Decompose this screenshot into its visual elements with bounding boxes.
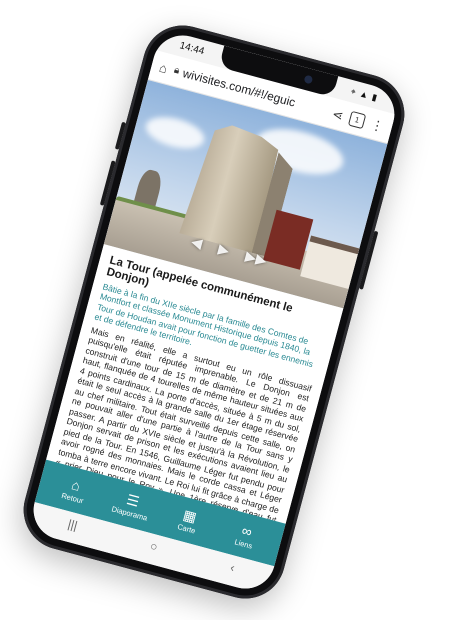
phone-frame: 14:44 ⌖ ▲ ▮ ⌂ 🔒︎ wivisites.com/#!/eguic …	[14, 16, 414, 608]
more-menu-icon[interactable]: ⋮	[369, 116, 385, 134]
status-icons: ⌖ ▲ ▮	[350, 86, 379, 104]
home-circle-icon[interactable]: ○	[149, 539, 160, 554]
tab-diaporama[interactable]: ☰ Diaporama	[105, 487, 158, 524]
signal-icon: ▲	[358, 87, 370, 100]
phone-screen: 14:44 ⌖ ▲ ▮ ⌂ 🔒︎ wivisites.com/#!/eguic …	[26, 28, 402, 596]
home-icon: ⌂	[69, 475, 83, 494]
power-button	[358, 230, 379, 290]
status-time: 14:44	[178, 39, 206, 57]
link-icon: ∞	[240, 521, 254, 540]
share-icon[interactable]: ⋖	[331, 106, 345, 123]
cloud	[142, 111, 208, 155]
location-icon: ⌖	[349, 85, 358, 97]
camera-icon	[303, 74, 314, 85]
tab-retour[interactable]: ⌂ Retour	[48, 472, 101, 509]
tab-liens[interactable]: ∞ Liens	[219, 518, 272, 555]
volume-down-button	[99, 160, 116, 206]
lock-icon: 🔒︎	[172, 64, 181, 77]
map-icon: ▦	[181, 505, 199, 525]
tab-label: Retour	[60, 490, 85, 505]
back-icon[interactable]: ‹	[229, 560, 236, 575]
list-icon: ☰	[124, 490, 142, 510]
tab-carte[interactable]: ▦ Carte	[162, 502, 215, 539]
home-icon[interactable]: ⌂	[158, 59, 169, 76]
tab-label: Liens	[233, 536, 254, 551]
tabs-count-button[interactable]: 1	[348, 110, 367, 129]
battery-icon: ▮	[371, 91, 379, 103]
volume-up-button	[114, 121, 126, 150]
recents-icon[interactable]: |||	[66, 517, 79, 533]
